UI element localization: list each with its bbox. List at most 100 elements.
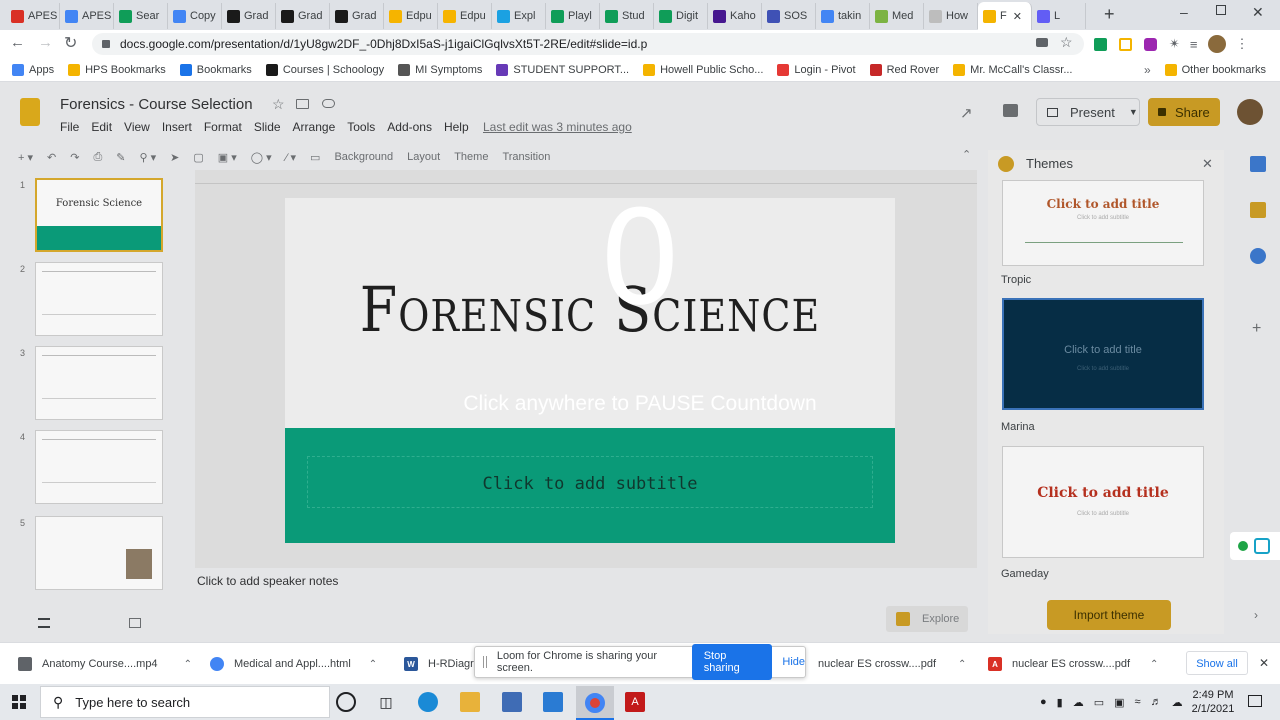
download-menu-icon[interactable]: ⌃ xyxy=(184,659,192,670)
loom-ext-icon[interactable] xyxy=(1144,37,1157,51)
search-icon: ⚲ xyxy=(53,693,64,710)
store-icon[interactable] xyxy=(502,692,522,712)
bookmark-item[interactable]: HPS Bookmarks xyxy=(68,63,166,76)
drag-handle-icon[interactable] xyxy=(483,656,487,668)
browser-tab[interactable]: How xyxy=(924,3,978,29)
hide-button[interactable]: Hide xyxy=(782,656,805,668)
show-all-button[interactable]: Show all xyxy=(1186,651,1248,675)
browser-tab[interactable]: Copy xyxy=(168,3,222,29)
start-button[interactable] xyxy=(12,695,26,709)
browser-menu-icon[interactable]: ⋮ xyxy=(1236,36,1249,52)
edge-icon[interactable] xyxy=(418,692,438,712)
mail-icon[interactable] xyxy=(543,692,563,712)
read-ext-icon[interactable] xyxy=(1119,37,1132,51)
stop-sharing-button[interactable]: Stop sharing xyxy=(691,644,773,680)
browser-tab[interactable]: APES xyxy=(60,3,114,29)
browser-tab[interactable]: Stud xyxy=(600,3,654,29)
bookmark-item[interactable]: Mr. McCall's Classr... xyxy=(953,63,1073,76)
taskbar-search[interactable]: ⚲ Type here to search xyxy=(40,686,330,718)
browser-tab[interactable]: APES xyxy=(6,3,60,29)
system-tray: ● ▮ ☁ ▭ ▣ ≈ ♬ ☁ xyxy=(1040,692,1193,712)
battery-icon[interactable]: ▭ xyxy=(1094,696,1104,709)
download-menu-icon[interactable]: ⌃ xyxy=(958,659,966,670)
bookmark-label: Red Rover xyxy=(886,63,940,76)
notifications-icon[interactable] xyxy=(1248,695,1262,707)
pause-countdown-message[interactable]: Click anywhere to PAUSE Countdown xyxy=(390,392,890,416)
bookmark-item[interactable]: Apps xyxy=(12,63,54,76)
task-view-icon[interactable]: ◫ xyxy=(376,692,396,712)
cloud-sync-icon[interactable]: ☁ xyxy=(1172,696,1183,709)
other-bookmarks-label: Other bookmarks xyxy=(1181,63,1266,76)
download-label: H-RDiagr xyxy=(428,658,474,670)
browser-tab[interactable]: Digit xyxy=(654,3,708,29)
close-tab-icon[interactable]: ✕ xyxy=(1013,10,1022,23)
browser-tab[interactable]: SOS xyxy=(762,3,816,29)
chrome-taskbar-icon[interactable] xyxy=(576,686,614,720)
bookmark-item[interactable]: Bookmarks xyxy=(179,63,252,76)
person-icon[interactable]: ● xyxy=(1040,696,1047,708)
download-item[interactable]: nuclear ES crossw....pdf ⌃ xyxy=(818,652,966,676)
close-downloads-icon[interactable]: ✕ xyxy=(1259,656,1269,670)
cortana-icon[interactable] xyxy=(336,692,356,712)
chrome-file-icon xyxy=(210,657,224,671)
mic-icon[interactable]: ▮ xyxy=(1057,696,1063,709)
browser-tab[interactable]: takin xyxy=(816,3,870,29)
browser-tab[interactable]: Med xyxy=(870,3,924,29)
browser-tab[interactable]: Playl xyxy=(546,3,600,29)
bookmark-item[interactable]: STUDENT SUPPORT... xyxy=(496,63,630,76)
download-item[interactable]: W H-RDiagr xyxy=(404,652,474,676)
close-window-icon[interactable]: ✕ xyxy=(1252,4,1264,21)
browser-tab[interactable]: F ✕ xyxy=(978,2,1032,30)
bookmark-item[interactable]: MI Symptoms xyxy=(398,63,482,76)
profile-avatar[interactable] xyxy=(1207,35,1226,53)
browser-tab[interactable]: Edpu xyxy=(384,3,438,29)
volume-icon[interactable]: ♬ xyxy=(1151,696,1162,708)
download-menu-icon[interactable]: ⌃ xyxy=(369,659,377,670)
wifi-icon[interactable]: ≈ xyxy=(1135,696,1141,708)
edpuzzle-icon xyxy=(389,9,402,23)
playlist-icon[interactable]: ≡ xyxy=(1190,37,1198,52)
browser-tab[interactable]: Expl xyxy=(492,3,546,29)
download-menu-icon[interactable]: ⌃ xyxy=(1150,659,1158,670)
forward-icon[interactable]: → xyxy=(38,34,53,51)
maximize-icon[interactable] xyxy=(1216,5,1226,15)
browser-tab[interactable]: Kaho xyxy=(708,3,762,29)
countdown-number: 0 xyxy=(598,182,682,334)
other-bookmarks[interactable]: Other bookmarks xyxy=(1164,63,1266,76)
browser-tab[interactable]: Edpu xyxy=(438,3,492,29)
download-item[interactable]: Anuclear ES crossw....pdf ⌃ xyxy=(988,652,1158,676)
camera-icon[interactable] xyxy=(1036,38,1048,47)
classroom-ext-icon[interactable] xyxy=(1094,37,1107,51)
back-icon[interactable]: ← xyxy=(10,34,25,51)
bookmark-item[interactable]: Howell Public Scho... xyxy=(643,63,763,76)
puzzle-icon[interactable]: ✴ xyxy=(1169,36,1180,52)
download-item[interactable]: Medical and Appl....html ⌃ xyxy=(210,652,377,676)
docs-icon xyxy=(173,9,186,23)
bookmark-star-icon[interactable]: ☆ xyxy=(1060,34,1073,51)
more-bookmarks-icon[interactable]: » xyxy=(1144,63,1151,77)
med-icon xyxy=(875,9,888,23)
minimize-icon[interactable]: – xyxy=(1180,4,1188,20)
new-tab-icon[interactable]: + xyxy=(1104,4,1115,25)
acrobat-icon[interactable]: A xyxy=(625,692,645,712)
tab-list: APES APES Sear Copy Grad Grad Grad Edpu Edpu Expl… xyxy=(0,0,1100,30)
explain-icon xyxy=(497,9,510,23)
bookmark-item[interactable]: Red Rover xyxy=(869,63,940,76)
tab-label: Edpu xyxy=(406,10,432,22)
browser-tab[interactable]: Grad xyxy=(330,3,384,29)
browser-tab[interactable]: Grad xyxy=(276,3,330,29)
reload-icon[interactable]: ↻ xyxy=(64,33,77,53)
countdown-overlay[interactable]: 0 Click anywhere to PAUSE Countdown xyxy=(0,82,1280,642)
clock[interactable]: 2:49 PM 2/1/2021 xyxy=(1186,688,1240,716)
file-explorer-icon[interactable] xyxy=(460,692,480,712)
onedrive-icon[interactable]: ☁ xyxy=(1073,696,1084,709)
url-bar[interactable]: docs.google.com/presentation/d/1yU8gw2DF… xyxy=(92,33,1084,55)
bookmark-item[interactable]: Login - Pivot xyxy=(777,63,856,76)
bookmark-label: STUDENT SUPPORT... xyxy=(513,63,630,76)
bookmark-item[interactable]: Courses | Schoology xyxy=(265,63,384,76)
browser-tab[interactable]: Grad xyxy=(222,3,276,29)
meet-icon[interactable]: ▣ xyxy=(1114,696,1124,709)
download-item[interactable]: Anatomy Course....mp4 ⌃ xyxy=(18,652,192,676)
browser-tab[interactable]: L xyxy=(1032,3,1086,29)
browser-tab[interactable]: Sear xyxy=(114,3,168,29)
